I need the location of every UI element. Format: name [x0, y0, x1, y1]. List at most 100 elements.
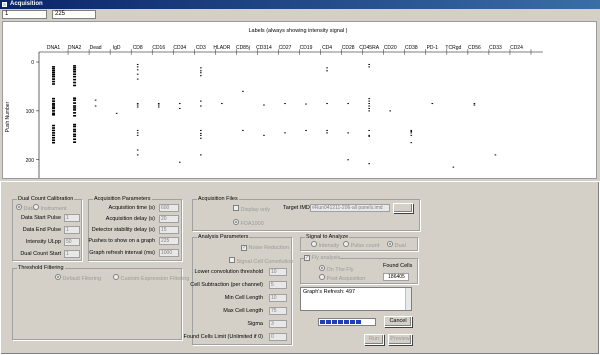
data-point	[73, 141, 77, 143]
pushes-field[interactable]: 225	[159, 237, 179, 245]
browse-button[interactable]	[393, 203, 413, 213]
field-1[interactable]: 1	[2, 10, 47, 19]
noise-reduction-checkbox[interactable]: ✓ Noise Reduction	[241, 245, 289, 252]
channel-label: CD8	[133, 45, 143, 51]
display-only-checkbox[interactable]: Display only	[233, 205, 270, 214]
acq-files-group: Acquisition Files Display only Target IM…	[192, 196, 420, 231]
radio-instrument[interactable]: Instrument	[33, 204, 67, 213]
data-start-field[interactable]: 1	[64, 214, 80, 222]
found-limit-label: Found Cells Limit (Unlimited if 0)	[183, 334, 263, 340]
radio-dual[interactable]: Dual	[387, 241, 406, 250]
found-cells-label: Found Cells	[383, 263, 413, 269]
channel-label: CD85j	[236, 45, 250, 51]
data-point	[326, 67, 328, 69]
channel-label: CD28	[342, 45, 355, 51]
signal-conv-checkbox[interactable]: Signal Cell Convolution	[229, 257, 293, 266]
app-icon	[2, 2, 7, 7]
data-point	[178, 103, 181, 105]
data-end-field[interactable]: 1	[64, 226, 80, 234]
intensity-plot: Labels (always showing intensity signal …	[2, 21, 597, 179]
lower-conv-field[interactable]: 10	[269, 268, 287, 276]
progress-block	[332, 320, 337, 324]
data-point	[52, 71, 56, 74]
radio-default-filtering[interactable]: Default Filtering	[55, 274, 101, 283]
radio-post-acq[interactable]: Post Acquisition	[319, 274, 365, 283]
run-button[interactable]: Run	[364, 334, 384, 345]
radio-fda1000[interactable]: FDA1000	[233, 219, 264, 228]
dual-count-start-field[interactable]: 1	[64, 250, 80, 258]
acq-delay-field[interactable]: 20	[159, 215, 179, 223]
data-point	[52, 124, 56, 127]
radio-intensity[interactable]: Intensity	[311, 241, 339, 250]
data-point	[73, 84, 77, 87]
data-point	[136, 78, 139, 80]
data-point	[200, 100, 202, 102]
data-point	[73, 75, 77, 78]
log-box[interactable]: Graph's Refresh: 497	[300, 287, 412, 311]
cancel-button[interactable]: Cancel	[384, 316, 412, 327]
found-cells-field: 186405	[383, 273, 409, 281]
channel-label: CD3	[196, 45, 206, 51]
analysis-title: Analysis Parameters	[197, 234, 250, 241]
data-point	[52, 110, 56, 112]
radio-pulse-count[interactable]: Pulse count	[343, 241, 379, 250]
chart-title: Labels (always showing intensity signal …	[248, 28, 347, 34]
refresh-interval-field[interactable]: 1000	[159, 249, 179, 257]
preview-button[interactable]: Preview	[388, 334, 412, 345]
data-point	[52, 107, 56, 110]
log-scrollbar[interactable]	[405, 288, 411, 310]
data-point	[52, 104, 56, 106]
data-point	[242, 90, 244, 92]
threshold-group: Threshold Filtering Default Filtering Cu…	[12, 265, 189, 340]
sigma-field[interactable]: 3	[269, 320, 287, 328]
progress-block	[326, 320, 331, 324]
signal-title: Signal to Analyze	[305, 234, 350, 241]
cell-sub-label: Cell Subtraction (per channel)	[190, 282, 263, 288]
data-point	[73, 109, 77, 111]
fly-checkbox[interactable]: ✓ Fly analysis	[304, 255, 341, 262]
data-point	[326, 70, 328, 72]
channel-label: CD45RA	[359, 45, 379, 51]
cell-sub-field[interactable]: 5	[269, 281, 287, 289]
channel-label: CD19	[300, 45, 313, 51]
window-title: Acquisition	[10, 1, 43, 7]
radio-custom-filtering[interactable]: Custom Expression Filtering	[113, 274, 189, 283]
data-start-label: Data Start Pulse	[20, 215, 61, 221]
data-point	[73, 99, 77, 101]
data-point	[473, 104, 476, 106]
field-2[interactable]: 225	[52, 10, 96, 19]
data-point	[368, 103, 370, 105]
min-length-field[interactable]: 10	[269, 294, 287, 302]
data-point	[73, 67, 77, 69]
radio-on-the-fly[interactable]: On The Fly	[319, 265, 354, 274]
data-point	[73, 133, 77, 136]
channel-label: CD20	[384, 45, 397, 51]
pushes-label: Pushes to show on a graph	[88, 238, 155, 244]
data-point	[200, 105, 202, 107]
intensity-ulpp-label: Intensity ULpp	[25, 239, 61, 245]
window-titlebar: Acquisition	[0, 0, 600, 9]
channel-label: CD4	[322, 45, 332, 51]
acq-time-field[interactable]: 600	[159, 204, 179, 212]
signal-group: Signal to Analyze Intensity Pulse count …	[300, 234, 418, 251]
progress-block	[320, 320, 325, 324]
target-imd-field[interactable]: #Run041211-206-all panels.imd	[310, 204, 390, 212]
data-point	[284, 103, 286, 105]
data-point	[136, 66, 139, 68]
detector-delay-field[interactable]: 15	[159, 226, 179, 234]
max-length-field[interactable]: 75	[269, 307, 287, 315]
data-point	[52, 73, 56, 76]
data-point	[305, 129, 307, 131]
progress-block	[350, 320, 355, 324]
data-point	[73, 102, 77, 104]
intensity-ulpp-field[interactable]: 50	[64, 238, 80, 246]
data-point	[136, 104, 139, 106]
channel-label: DNA2	[68, 45, 82, 51]
progress-block	[338, 320, 343, 324]
data-point	[136, 149, 139, 151]
data-point	[326, 132, 328, 134]
data-point	[73, 73, 77, 76]
data-point	[200, 67, 202, 69]
data-point	[52, 78, 56, 80]
found-limit-field[interactable]: 0	[269, 333, 287, 341]
